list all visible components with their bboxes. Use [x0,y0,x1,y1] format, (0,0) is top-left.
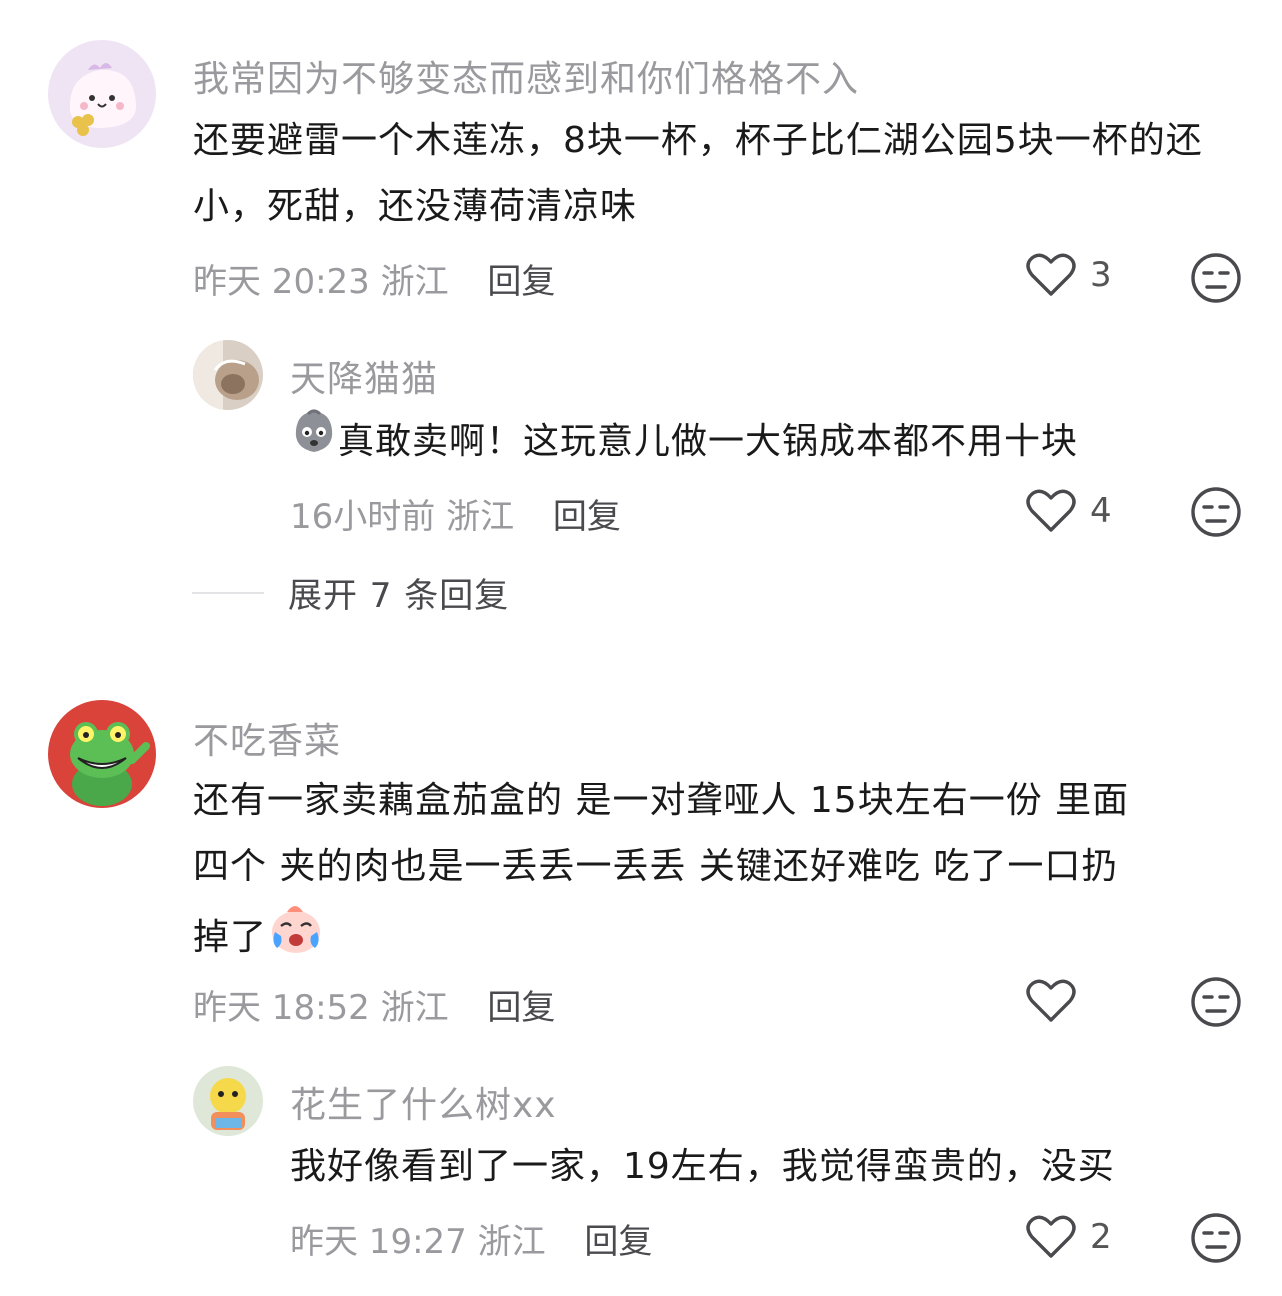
like-count: 2 [1090,1217,1112,1257]
unamused-face-icon [1191,1213,1241,1263]
like-button[interactable]: 3 [1026,252,1112,298]
reply-avatar[interactable] [193,340,263,410]
comment-username[interactable]: 我常因为不够变态而感到和你们格格不入 [193,50,859,102]
like-count: 4 [1090,491,1112,531]
crying-face-emoji [267,900,325,978]
like-button[interactable]: 2 [1026,1214,1112,1260]
heart-outline-icon [1026,979,1076,1022]
reply-location: 浙江 [446,497,515,537]
unamused-face-icon [1191,253,1241,303]
dislike-button[interactable] [1190,1212,1242,1264]
reply-username[interactable]: 天降猫猫 [290,350,438,402]
reply-time: 16小时前 [290,497,436,537]
reply-button[interactable]: 回复 [487,988,555,1028]
unamused-face-icon [1191,977,1241,1027]
comment-text-line-last: 掉了 [193,900,1253,978]
heart-outline-icon [1026,489,1076,532]
comment-location: 浙江 [380,988,449,1028]
avatar[interactable] [48,700,156,808]
expand-replies-button[interactable]: 展开 7 条回复 [192,568,509,617]
expand-divider [192,591,264,594]
comment-text: 还要避雷一个木莲冻，8块一杯，杯子比仁湖公园5块一杯的还小，死甜，还没薄荷清凉味 [193,120,1203,227]
comment-username[interactable]: 不吃香菜 [193,712,341,764]
reply-time: 昨天 19:27 [290,1222,467,1262]
comment-time: 昨天 18:52 [193,988,370,1028]
comment-meta: 昨天 20:23 浙江 回复 [193,254,555,303]
avatar[interactable] [48,40,156,148]
like-button[interactable]: 4 [1026,488,1112,534]
comment-meta: 昨天 18:52 浙江 回复 [193,980,555,1029]
skull-face-emoji [290,408,338,478]
reply-button[interactable]: 回复 [584,1222,652,1262]
dislike-button[interactable] [1190,976,1242,1028]
heart-outline-icon [1026,253,1076,296]
heart-outline-icon [1026,1215,1076,1258]
comment-text-line: 四个 夹的肉也是一丢丢一丢丢 关键还好难吃 吃了一口扔 [193,846,1119,887]
unamused-face-icon [1191,487,1241,537]
expand-replies-label: 展开 7 条回复 [288,576,510,616]
reply-text: 真敢卖啊！这玩意儿做一大锅成本都不用十块 [290,408,1250,478]
reply-meta: 昨天 19:27 浙江 回复 [290,1214,652,1263]
comment-location: 浙江 [380,262,449,302]
like-button[interactable] [1026,978,1090,1024]
reply-location: 浙江 [477,1222,546,1262]
comment-text-line: 还有一家卖藕盒茄盒的 是一对聋哑人 15块左右一份 里面 [193,780,1130,821]
dislike-button[interactable] [1190,486,1242,538]
reply-button[interactable]: 回复 [553,497,621,537]
comment-time: 昨天 20:23 [193,262,370,302]
reply-avatar[interactable] [193,1066,263,1136]
reply-meta: 16小时前 浙江 回复 [290,489,621,538]
comment-text: 还有一家卖藕盒茄盒的 是一对聋哑人 15块左右一份 里面 四个 夹的肉也是一丢丢… [193,768,1253,978]
reply-button[interactable]: 回复 [487,262,555,302]
reply-text-content: 真敢卖啊！这玩意儿做一大锅成本都不用十块 [338,421,1079,462]
dislike-button[interactable] [1190,252,1242,304]
reply-text: 我好像看到了一家，19左右，我觉得蛮贵的，没买 [290,1146,1115,1187]
comment-text-tail: 掉了 [193,917,268,958]
like-count: 3 [1090,255,1112,295]
reply-username[interactable]: 花生了什么树xx [290,1076,557,1128]
